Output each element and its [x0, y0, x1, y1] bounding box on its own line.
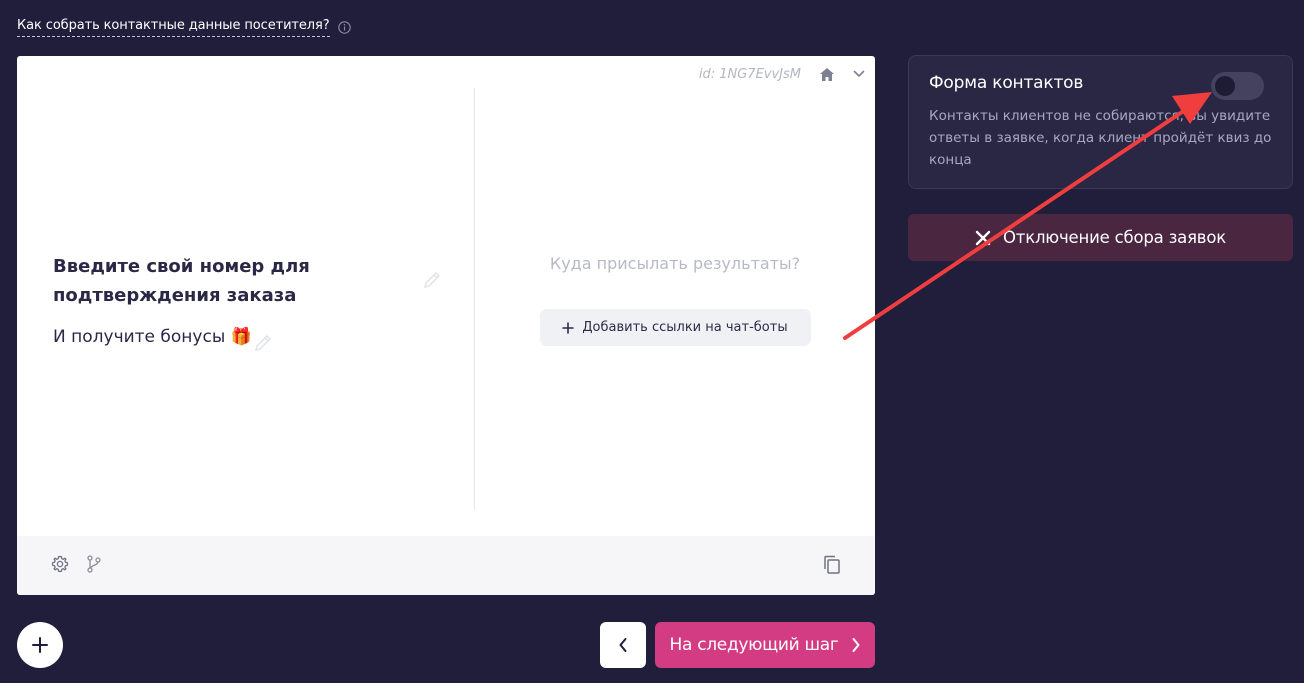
results-question[interactable]: Куда присылать результаты?: [475, 254, 875, 273]
plus-icon: [562, 321, 575, 334]
disable-leads-label: Отключение сбора заявок: [1003, 228, 1226, 247]
add-step-button[interactable]: [17, 622, 63, 668]
info-icon[interactable]: [337, 20, 351, 34]
add-chatbot-links-label: Добавить ссылки на чат-боты: [582, 320, 788, 335]
gear-icon[interactable]: [51, 555, 69, 573]
next-step-button[interactable]: На следующий шаг: [655, 622, 875, 668]
question-title[interactable]: Введите свой номер для подтверждения зак…: [53, 252, 383, 310]
question-pane: Введите свой номер для подтверждения зак…: [53, 252, 443, 347]
disable-leads-button[interactable]: Отключение сбора заявок: [908, 214, 1293, 261]
chevron-down-icon[interactable]: [853, 70, 865, 78]
contact-form-toggle[interactable]: [1211, 72, 1264, 100]
plus-icon: [32, 637, 48, 653]
contact-form-panel: Форма контактов Контакты клиентов не соб…: [908, 55, 1293, 189]
add-chatbot-links-button[interactable]: Добавить ссылки на чат-боты: [539, 309, 811, 346]
copy-icon[interactable]: [823, 555, 841, 575]
card-header: id: 1NG7EvvJsM: [699, 64, 865, 84]
contact-form-description: Контакты клиентов не собираются, вы увид…: [929, 108, 1272, 168]
card-footer: [17, 536, 875, 595]
previous-step-button[interactable]: [600, 622, 646, 668]
chevron-left-icon: [619, 638, 627, 652]
home-icon[interactable]: [819, 67, 835, 82]
help-row: Как собрать контактные данные посетителя…: [17, 15, 351, 39]
branch-icon[interactable]: [86, 555, 102, 573]
chevron-right-icon: [852, 638, 860, 652]
contact-form-title: Форма контактов: [929, 73, 1084, 93]
close-icon: [975, 230, 991, 245]
contact-help-link[interactable]: Как собрать контактные данные посетителя…: [17, 18, 330, 37]
step-id: id: 1NG7EvvJsM: [698, 66, 801, 82]
next-step-label: На следующий шаг: [669, 635, 839, 655]
quiz-step-card: id: 1NG7EvvJsM Введите свой номер для по…: [17, 56, 875, 595]
edit-title-pencil-icon[interactable]: [422, 270, 442, 290]
results-pane: Куда присылать результаты? Добавить ссыл…: [475, 246, 875, 346]
edit-subtitle-pencil-icon[interactable]: [253, 333, 273, 353]
question-subtitle[interactable]: И получите бонусы 🎁: [53, 327, 443, 347]
toggle-knob: [1215, 76, 1235, 96]
